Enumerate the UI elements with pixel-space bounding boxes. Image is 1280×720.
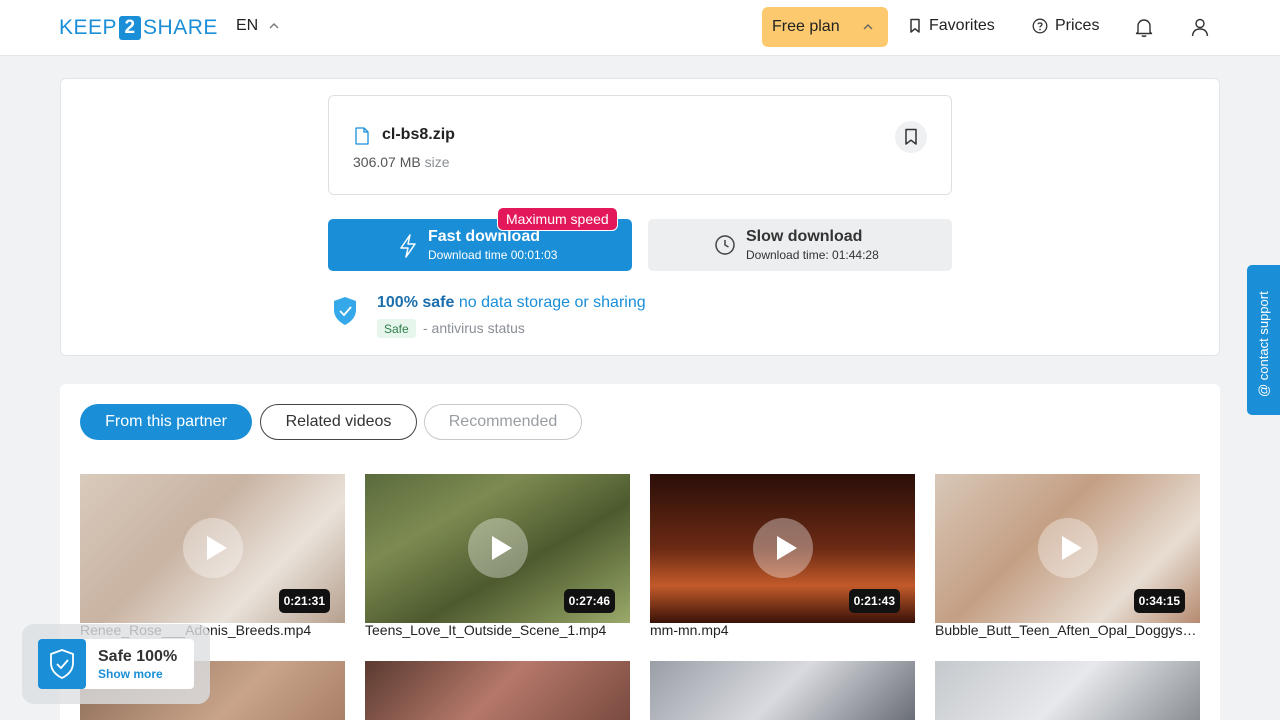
maximum-speed-badge: Maximum speed xyxy=(497,207,618,231)
logo-text-right: SHARE xyxy=(143,16,218,39)
tab-related-videos[interactable]: Related videos xyxy=(260,404,417,440)
bookmark-button[interactable] xyxy=(895,121,927,153)
play-icon xyxy=(183,518,243,578)
bookmark-icon xyxy=(905,128,917,145)
video-thumbnail[interactable] xyxy=(935,661,1200,720)
lightning-icon xyxy=(400,234,416,258)
video-title[interactable]: Teens_Love_It_Outside_Scene_1.mp4 xyxy=(365,622,630,638)
favorites-link[interactable]: Favorites xyxy=(908,17,995,35)
video-thumbnail[interactable]: 0:21:43 xyxy=(650,474,915,623)
chevron-up-icon xyxy=(863,24,873,30)
tab-from-this-partner[interactable]: From this partner xyxy=(80,404,252,440)
antivirus-status-label: - antivirus status xyxy=(423,320,525,336)
safe-widget-title: Safe 100% xyxy=(98,648,178,665)
language-label: EN xyxy=(236,17,259,34)
contact-support-tab[interactable]: @ contact support xyxy=(1247,265,1280,415)
video-title[interactable]: Bubble_Butt_Teen_Aften_Opal_Doggystyle.m… xyxy=(935,622,1200,638)
file-info-box xyxy=(328,95,952,195)
slow-download-title: Slow download xyxy=(746,228,863,245)
safe-widget-show-more[interactable]: Show more xyxy=(98,667,163,681)
slow-download-button[interactable]: Slow download Download time: 01:44:28 xyxy=(648,219,952,271)
safety-statement: 100% safe no data storage or sharing xyxy=(377,294,646,312)
chevron-up-icon xyxy=(269,23,279,29)
video-duration: 0:21:43 xyxy=(848,589,900,613)
play-icon xyxy=(1038,518,1098,578)
video-duration: 0:21:31 xyxy=(278,589,330,613)
free-plan-button[interactable]: Free plan xyxy=(762,7,888,47)
file-size-value: 306.07 MB xyxy=(353,154,421,170)
antivirus-status-chip: Safe xyxy=(377,319,416,338)
play-icon xyxy=(753,518,813,578)
file-name: cl-bs8.zip xyxy=(382,126,455,143)
prices-link[interactable]: Prices xyxy=(1032,17,1099,35)
bell-icon[interactable] xyxy=(1133,16,1155,38)
video-duration: 0:27:46 xyxy=(563,589,615,613)
play-icon xyxy=(468,518,528,578)
file-size: 306.07 MB size xyxy=(353,154,450,170)
contact-support-label: @ contact support xyxy=(1256,291,1271,397)
logo[interactable]: KEEP 2 SHARE xyxy=(59,15,218,41)
slow-download-time: Download time: 01:44:28 xyxy=(746,248,879,262)
top-header: KEEP 2 SHARE EN Free plan Favorites Pric… xyxy=(0,0,1280,56)
favorites-label: Favorites xyxy=(929,17,995,34)
video-title[interactable]: mm-mn.mp4 xyxy=(650,622,915,638)
video-thumbnail[interactable]: 0:21:31 xyxy=(80,474,345,623)
video-duration: 0:34:15 xyxy=(1133,589,1185,613)
shield-check-icon xyxy=(334,297,356,325)
free-plan-label: Free plan xyxy=(772,18,840,35)
logo-text-mid: 2 xyxy=(119,16,142,40)
bookmark-icon xyxy=(910,18,920,33)
language-selector[interactable]: EN xyxy=(236,17,280,35)
video-thumbnail[interactable]: 0:34:15 xyxy=(935,474,1200,623)
safe-widget[interactable]: Safe 100% Show more xyxy=(22,624,210,704)
help-circle-icon xyxy=(1032,18,1048,34)
video-thumbnail[interactable] xyxy=(365,661,630,720)
clock-icon xyxy=(715,235,735,255)
safety-bold: 100% safe xyxy=(377,294,455,311)
user-icon[interactable] xyxy=(1189,16,1211,38)
tab-recommended[interactable]: Recommended xyxy=(424,404,582,440)
logo-text-left: KEEP xyxy=(59,16,118,39)
safety-text: no data storage or sharing xyxy=(458,294,646,311)
fast-download-time: Download time 00:01:03 xyxy=(428,248,558,262)
video-thumbnail[interactable]: 0:27:46 xyxy=(365,474,630,623)
shield-check-icon xyxy=(38,639,86,689)
file-size-unit: size xyxy=(424,154,450,170)
video-thumbnail[interactable] xyxy=(650,661,915,720)
prices-label: Prices xyxy=(1055,17,1100,34)
file-icon xyxy=(355,127,369,145)
